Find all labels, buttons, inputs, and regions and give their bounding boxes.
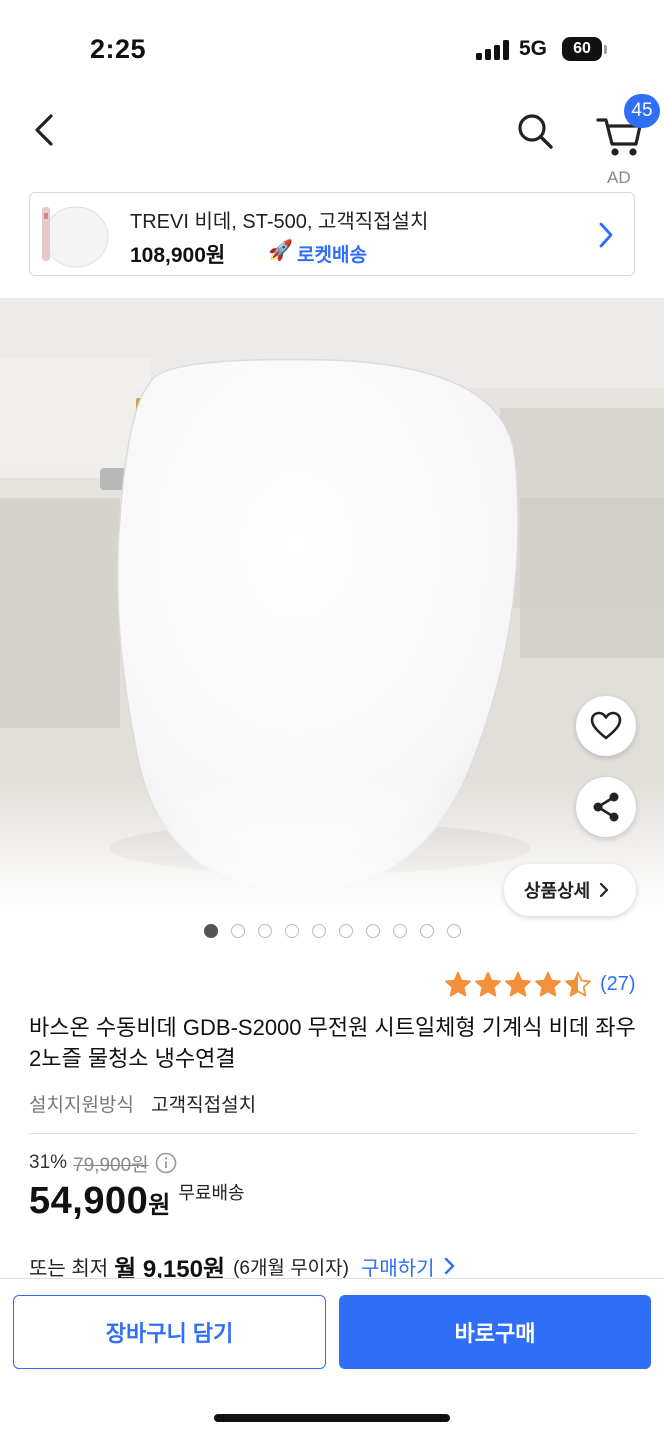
back-button[interactable] (20, 106, 68, 154)
star-icon (445, 971, 471, 997)
share-button[interactable] (576, 777, 636, 837)
install-method-row: 설치지원방식 고객직접설치 (29, 1090, 256, 1117)
search-button[interactable] (508, 104, 562, 158)
carousel-dot[interactable] (365, 924, 380, 938)
star-icon (535, 971, 561, 997)
battery-icon: 60 (562, 37, 602, 61)
chevron-right-icon (444, 1257, 454, 1275)
add-to-cart-button[interactable]: 장바구니 담기 (13, 1295, 326, 1369)
ad-title: TREVI 비데, ST-500, 고객직접설치 (130, 211, 429, 233)
ad-arrow-button[interactable] (590, 215, 622, 255)
carousel-dot[interactable] (338, 924, 353, 938)
ad-price: 108,900원 (130, 244, 226, 267)
carousel-dots[interactable] (0, 924, 664, 938)
rating-count[interactable]: (27) (600, 973, 636, 996)
wishlist-button[interactable] (576, 696, 636, 756)
star-icon (565, 971, 591, 997)
product-detail-label: 상품상세 (524, 881, 591, 901)
rocket-delivery-label: 로켓배송 (297, 245, 367, 266)
divider (29, 1133, 637, 1134)
buy-now-button[interactable]: 바로구매 (339, 1295, 651, 1369)
chevron-left-icon (35, 114, 53, 146)
rocket-icon: 🚀 (268, 240, 293, 262)
info-icon[interactable] (155, 1152, 177, 1174)
installment-months: (6개월 무이자) (233, 1257, 349, 1279)
nav-bar (0, 96, 664, 168)
rating[interactable]: (27) (444, 968, 636, 1000)
carousel-dot[interactable] (257, 924, 272, 938)
home-indicator[interactable] (214, 1414, 450, 1422)
bidet-thumbnail-image (36, 199, 110, 271)
cart-count-badge: 45 (624, 94, 660, 128)
discount-rate: 31% (29, 1152, 68, 1173)
carousel-dot[interactable] (419, 924, 434, 938)
battery-cap (604, 45, 607, 54)
carousel-dot[interactable] (392, 924, 407, 938)
heart-icon (590, 711, 622, 740)
shipping-label: 무료배송 (178, 1183, 245, 1203)
star-rating (444, 971, 592, 997)
share-icon (593, 792, 619, 822)
ad-label: AD (607, 168, 631, 187)
carousel-dot[interactable] (311, 924, 326, 938)
chevron-right-icon (599, 222, 613, 248)
install-method-label: 설치지원방식 (29, 1095, 134, 1116)
discount-row: 31% 79,900원 (29, 1149, 177, 1177)
ad-banner[interactable]: TREVI 비데, ST-500, 고객직접설치 108,900원 🚀 로켓배송 (29, 192, 635, 276)
price-unit: 원 (148, 1192, 171, 1219)
installment-buy-label: 구매하기 (360, 1257, 435, 1280)
network-label: 5G (519, 37, 548, 60)
installment-buy-link[interactable]: 구매하기 (361, 1252, 457, 1281)
product-detail-button[interactable]: 상품상세 (504, 864, 636, 916)
carousel-dot[interactable] (203, 924, 218, 938)
product-image-carousel[interactable] (0, 298, 664, 910)
signal-icon (476, 40, 512, 60)
carousel-dot[interactable] (446, 924, 461, 938)
search-icon (518, 114, 553, 149)
installment-prefix: 또는 최저 (29, 1257, 109, 1280)
star-icon (505, 971, 531, 997)
sale-price: 54,900 (29, 1180, 149, 1222)
chevron-right-icon (600, 882, 609, 898)
status-bar: 2:25 5G 60 (0, 0, 664, 96)
price-row: 54,900 원 무료배송 (29, 1180, 245, 1228)
carousel-dot[interactable] (284, 924, 299, 938)
product-title: 바스온 수동비데 GDB-S2000 무전원 시트일체형 기계식 비데 좌우2노… (29, 1015, 636, 1071)
install-method-value: 고객직접설치 (151, 1095, 257, 1116)
original-price: 79,900원 (73, 1154, 149, 1176)
status-time: 2:25 (90, 34, 147, 64)
star-icon (475, 971, 501, 997)
carousel-dot[interactable] (230, 924, 245, 938)
